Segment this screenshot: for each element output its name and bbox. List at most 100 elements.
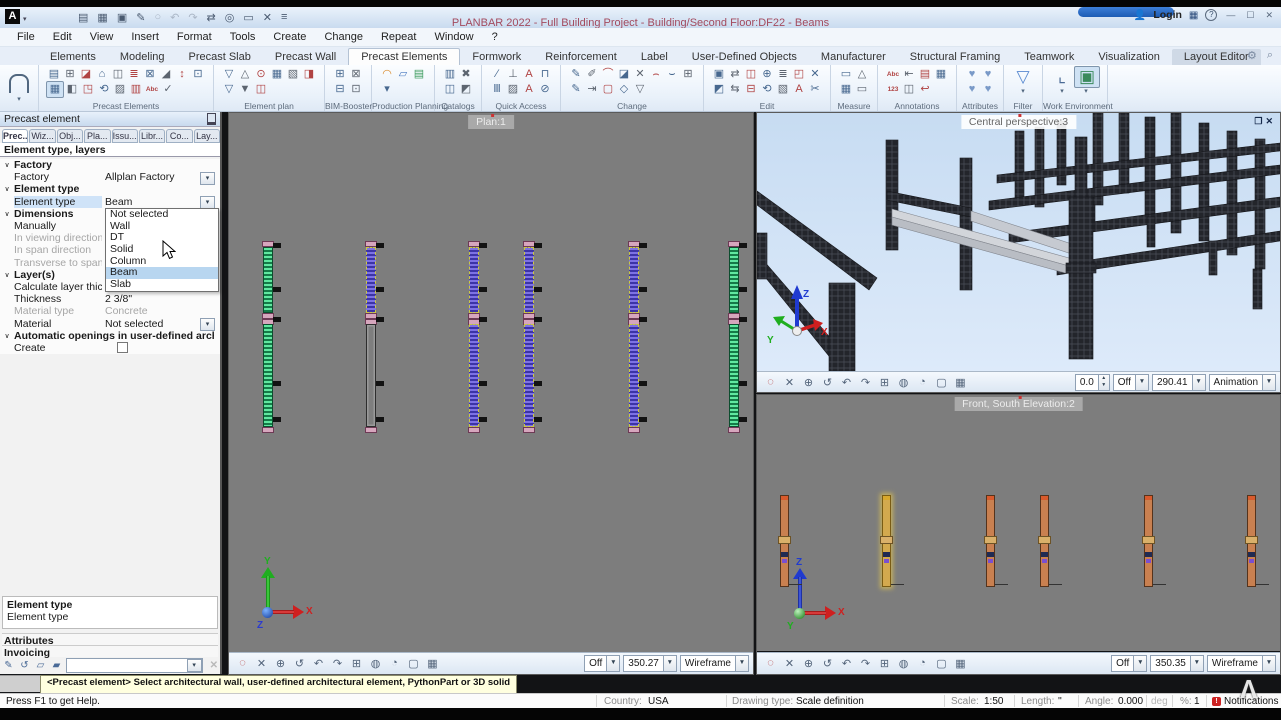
tab-structural-framing[interactable]: Structural Framing xyxy=(898,49,1012,65)
shadow-icon[interactable]: ◍ xyxy=(366,657,385,670)
ribbon-icon[interactable]: ▽ xyxy=(221,82,237,97)
ribbon-icon[interactable]: △ xyxy=(854,67,870,82)
plan-beam[interactable] xyxy=(262,241,274,433)
ribbon-icon[interactable]: ▨ xyxy=(505,82,521,97)
checkbox[interactable] xyxy=(117,342,128,353)
ribbon-icon[interactable]: ◰ xyxy=(791,67,807,82)
menu-create[interactable]: Create xyxy=(264,29,315,45)
chevron-down-icon[interactable]: ▼ xyxy=(1262,656,1275,671)
ribbon-icon[interactable]: ✎ xyxy=(568,82,584,97)
zoom-in-icon[interactable]: ⊕ xyxy=(271,657,290,670)
ribbon-icon[interactable]: ▽ xyxy=(221,67,237,82)
ribbon-icon[interactable]: ⌒ xyxy=(600,67,616,82)
palette-tab-libr[interactable]: Libr... xyxy=(139,129,165,143)
ribbon-icon[interactable]: ◪ xyxy=(78,67,94,82)
ribbon-icon[interactable]: ◫ xyxy=(901,82,917,97)
ribbon-icon[interactable]: ◫ xyxy=(253,82,269,97)
ribbon-icon[interactable]: ✕ xyxy=(807,67,823,82)
palette-tab-co[interactable]: Co... xyxy=(166,129,192,143)
beam-body-upper[interactable] xyxy=(629,247,639,313)
ribbon-icon[interactable]: ✎ xyxy=(568,67,584,82)
ribbon-icon[interactable]: ▤ xyxy=(917,67,933,82)
ribbon-icon[interactable]: ⇆ xyxy=(727,82,743,97)
ribbon-icon[interactable]: ⌂ xyxy=(94,67,110,82)
ribbon-icon[interactable]: ✐ xyxy=(584,67,600,82)
palette-tab-issu[interactable]: Issu... xyxy=(112,129,138,143)
animation-combo[interactable]: Animation ▼ xyxy=(1209,374,1276,391)
rotate-icon[interactable]: ↺ xyxy=(818,657,837,670)
ribbon-icon[interactable]: A xyxy=(521,67,537,82)
ribbon-icon[interactable]: ◩ xyxy=(711,82,727,97)
ribbon-icon[interactable]: ▾ xyxy=(1011,88,1035,96)
prop-label[interactable]: Element type xyxy=(14,196,102,208)
login-button[interactable]: Login xyxy=(1153,9,1182,21)
ribbon-icon[interactable]: ⊥ xyxy=(505,67,521,82)
beam-body-lower[interactable] xyxy=(524,324,534,427)
prop-value[interactable]: Allplan Factory xyxy=(102,171,197,183)
previous-view-icon[interactable]: ↶ xyxy=(837,657,856,670)
ribbon-icon[interactable]: ◩ xyxy=(458,82,474,97)
elevation-beam[interactable] xyxy=(1247,495,1256,587)
zoom-in-icon[interactable]: ⊕ xyxy=(799,657,818,670)
open-project-icon[interactable]: ▤ xyxy=(78,11,88,24)
ribbon-icon[interactable]: ⌣ xyxy=(664,67,680,82)
window-layout-icon[interactable]: ▭ xyxy=(243,11,253,24)
chevron-down-icon[interactable]: ▼ xyxy=(1133,656,1146,671)
precast-panel-toggle-button[interactable]: ▾ xyxy=(0,65,39,111)
beam-body-lower[interactable] xyxy=(469,324,479,427)
chevron-icon[interactable]: ∨ xyxy=(0,271,14,279)
ribbon-icon[interactable]: A xyxy=(791,82,807,97)
invoicing-section-header[interactable]: Invoicing xyxy=(2,645,218,657)
prop-label[interactable]: Material xyxy=(14,318,102,330)
tab-elements[interactable]: Elements xyxy=(38,49,108,65)
section-icon[interactable]: ▢ xyxy=(404,657,423,670)
dropdown-item-slab[interactable]: Slab xyxy=(106,279,218,291)
ribbon-icon[interactable]: ▧ xyxy=(285,67,301,82)
menu-view[interactable]: View xyxy=(81,29,123,45)
ribbon-icon[interactable]: ◨ xyxy=(301,67,317,82)
prop-label[interactable]: Manually xyxy=(14,220,102,232)
projection-icon[interactable]: ◔ xyxy=(913,657,932,670)
elevation-beam[interactable] xyxy=(986,495,995,587)
render-mode-combo[interactable]: Wireframe ▼ xyxy=(680,655,749,672)
ribbon-icon[interactable]: ⊡ xyxy=(348,82,364,97)
ribbon-icon[interactable]: ◇ xyxy=(616,82,632,97)
palette-tab-obj[interactable]: Obj... xyxy=(57,129,83,143)
gear-icon[interactable]: ⚙ xyxy=(1247,49,1257,62)
angle-value[interactable]: 0.000 xyxy=(1118,696,1143,707)
ribbon-icon[interactable]: ◠ xyxy=(379,67,395,82)
favorite-combo[interactable]: ▾ xyxy=(66,658,203,673)
grid-icon[interactable]: ▦ xyxy=(951,657,970,670)
reset-icon[interactable]: ↺ xyxy=(18,660,31,671)
folder-save-icon[interactable]: ▰ xyxy=(50,660,63,671)
menu-file[interactable]: File xyxy=(8,29,44,45)
edit-icon[interactable]: ✎ xyxy=(136,11,145,24)
plan-viewport[interactable]: Plan:1 Y X Z ◌✕⊕↺↶↷⊞◍◔▢▦ Off ▼ xyxy=(228,112,754,675)
ribbon-icon[interactable]: ⌞ xyxy=(1050,67,1074,87)
render-mode-combo[interactable]: Wireframe ▼ xyxy=(1207,655,1276,672)
ribbon-icon[interactable]: ⟲ xyxy=(759,82,775,97)
menu-window[interactable]: Window xyxy=(425,29,482,45)
grid-icon[interactable]: ▦ xyxy=(951,376,970,389)
elevation-viewport[interactable]: Front, South Elevation:2 Z X Y ◌✕⊕↺↶↷⊞◍◔… xyxy=(756,394,1281,675)
beam-body-lower[interactable] xyxy=(629,324,639,427)
ribbon-icon[interactable]: ▽ xyxy=(632,82,648,97)
zoom-all-icon[interactable]: ✕ xyxy=(780,657,799,670)
viewport-window-buttons[interactable]: ❐✕ xyxy=(1254,116,1276,127)
country-value[interactable]: USA xyxy=(648,696,669,707)
folder-open-icon[interactable]: ▱ xyxy=(34,660,47,671)
tab-precast-elements[interactable]: Precast Elements xyxy=(348,48,460,65)
tab-manufacturer[interactable]: Manufacturer xyxy=(809,49,898,65)
options-icon[interactable]: ◎ xyxy=(225,11,235,24)
connect-grid-icon[interactable]: ▦ xyxy=(1189,10,1198,21)
prop-label[interactable]: Material type xyxy=(14,305,102,317)
plan-beam[interactable] xyxy=(728,241,740,433)
palette-tab-lay[interactable]: Lay... xyxy=(194,129,220,143)
plan-beam[interactable] xyxy=(628,241,640,433)
chevron-icon[interactable]: ∨ xyxy=(0,161,14,169)
shadow-icon[interactable]: ◍ xyxy=(894,657,913,670)
copy-view-icon[interactable]: ⊞ xyxy=(875,376,894,389)
perspective-canvas[interactable]: Z X Y Central perspective:3 ❐✕ xyxy=(757,113,1280,371)
scale-combo[interactable]: 350.35 ▼ xyxy=(1150,655,1204,672)
project-table-icon[interactable]: ▦ xyxy=(97,11,107,24)
